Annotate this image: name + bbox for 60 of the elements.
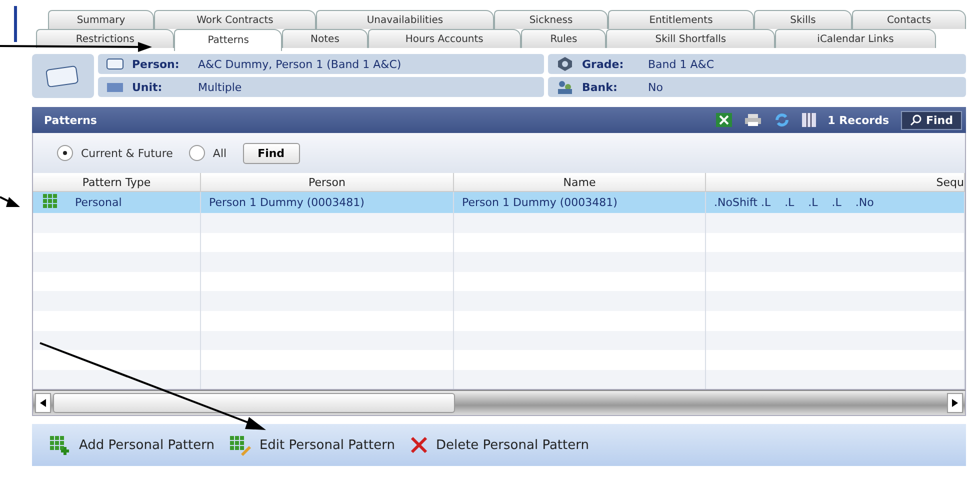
- action-button[interactable]: Add Personal Pattern: [48, 434, 214, 456]
- tab[interactable]: Rules: [521, 29, 606, 48]
- table-cell: .NoShift .L .L .L .L .No: [706, 192, 965, 213]
- column-header[interactable]: Name: [454, 173, 706, 192]
- tab[interactable]: Restrictions: [36, 29, 174, 48]
- annotation-arrow: [0, 194, 20, 210]
- grid-pencil-icon: [228, 434, 252, 456]
- tab[interactable]: Unavailabilities: [316, 10, 494, 29]
- radio-button[interactable]: [188, 145, 205, 161]
- person-card-icon: [106, 57, 124, 71]
- bank-value: No: [648, 80, 663, 94]
- grade-value: Band 1 A&C: [648, 58, 714, 70]
- columns-icon[interactable]: [802, 113, 816, 127]
- excel-icon[interactable]: [716, 113, 732, 127]
- tab[interactable]: Summary: [48, 10, 154, 29]
- tab[interactable]: Patterns: [174, 29, 282, 51]
- records-count: 1 Records: [828, 114, 889, 126]
- radio-label: All: [212, 146, 227, 160]
- column-header[interactable]: Pattern Type: [33, 173, 201, 192]
- person-label: Person:: [132, 58, 180, 70]
- tab[interactable]: Contacts: [852, 10, 966, 29]
- radio-label: Current & Future: [81, 146, 173, 160]
- scroll-right-icon[interactable]: [947, 393, 963, 414]
- cross-icon: [408, 435, 429, 456]
- tab[interactable]: Work Contracts: [154, 10, 316, 29]
- scroll-thumb[interactable]: [53, 393, 455, 414]
- unit-icon: [106, 80, 124, 94]
- radio-button[interactable]: [57, 145, 73, 161]
- refresh-icon[interactable]: [774, 113, 790, 127]
- unit-value: Multiple: [198, 80, 242, 94]
- column-header[interactable]: Sequ: [706, 173, 965, 192]
- radio-option[interactable]: Current & Future: [57, 145, 173, 161]
- tab[interactable]: Skills: [754, 10, 852, 29]
- bank-people-icon: [556, 79, 574, 95]
- search-icon: [910, 114, 922, 126]
- horizontal-scrollbar[interactable]: [32, 390, 966, 416]
- person-value: A&C Dummy, Person 1 (Band 1 A&C): [198, 58, 402, 70]
- radio-option[interactable]: All: [188, 145, 227, 161]
- tab[interactable]: Entitlements: [608, 10, 754, 29]
- find-button[interactable]: Find: [242, 142, 300, 164]
- pattern-type: Personal: [75, 196, 122, 209]
- table-cell: Person 1 Dummy (0003481): [454, 192, 706, 213]
- action-button[interactable]: Delete Personal Pattern: [408, 435, 589, 456]
- tab[interactable]: Hours Accounts: [368, 29, 522, 48]
- bank-label: Bank:: [582, 80, 618, 94]
- printer-icon[interactable]: [744, 113, 762, 127]
- column-header[interactable]: Person: [201, 173, 454, 192]
- unit-label: Unit:: [132, 80, 164, 94]
- scroll-left-icon[interactable]: [35, 393, 51, 414]
- tab[interactable]: Notes: [282, 29, 368, 48]
- tab[interactable]: Skill Shortfalls: [606, 29, 775, 48]
- id-card-icon: [32, 54, 94, 98]
- grade-label: Grade:: [582, 58, 625, 70]
- table-cell: Person 1 Dummy (0003481): [201, 192, 454, 213]
- tab[interactable]: Sickness: [494, 10, 608, 29]
- panel-title: Patterns: [44, 114, 98, 126]
- action-button[interactable]: Edit Personal Pattern: [228, 434, 395, 456]
- grid-plus-icon: [48, 434, 72, 456]
- find-button[interactable]: Find: [901, 110, 962, 130]
- tab[interactable]: iCalendar Links: [774, 29, 936, 48]
